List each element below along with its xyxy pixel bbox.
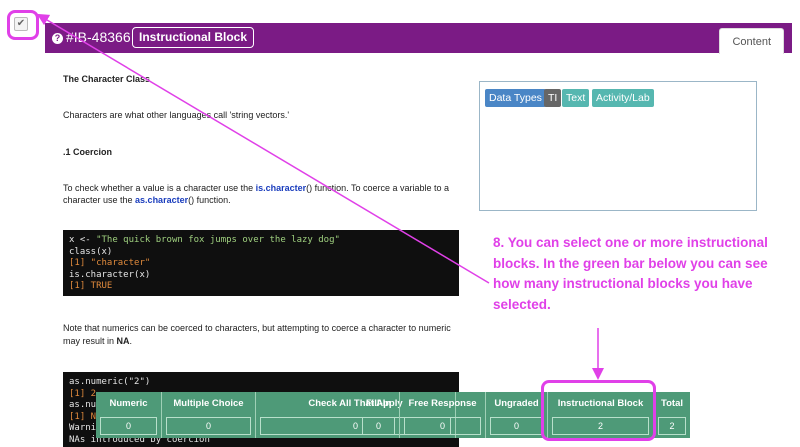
code-line: x <- "The quick brown fox jumps over the…: [69, 235, 340, 245]
content-paragraph: character use the as.character() functio…: [63, 195, 231, 205]
instructional-block-highlight: [541, 380, 656, 441]
code-line: as.numeric("2"): [69, 377, 151, 387]
section-heading: .1 Coercion: [63, 147, 113, 157]
summary-column-fill-in: Fill-In 0: [358, 392, 400, 438]
code-block: x <- "The quick brown fox jumps over the…: [63, 230, 459, 296]
summary-column-total: Total 2: [654, 392, 690, 438]
code-line: is.character(x): [69, 269, 151, 280]
tag-ti[interactable]: TI: [544, 89, 562, 107]
checkbox-highlight: [7, 10, 39, 40]
summary-label: Numeric: [109, 398, 148, 409]
block-type-badge: Instructional Block: [132, 27, 255, 48]
content-heading: The Character Class: [63, 74, 151, 84]
tag-text[interactable]: Text: [562, 89, 590, 107]
summary-count: 0: [404, 417, 481, 435]
summary-count: 0: [166, 417, 251, 435]
function-name: as.character: [135, 195, 189, 205]
summary-count: 2: [658, 417, 686, 435]
summary-label: Fill-In: [365, 398, 392, 409]
block-id: #IB-48366: [66, 29, 131, 45]
summary-column-multiple-choice: Multiple Choice 0: [162, 392, 256, 438]
content-paragraph: Characters are what other languages call…: [63, 110, 290, 120]
content-paragraph: may result in NA.: [63, 336, 133, 346]
summary-count: 0: [100, 417, 157, 435]
code-output: [1] TRUE: [69, 281, 113, 291]
summary-count: 0: [362, 417, 395, 435]
tab-content[interactable]: Content: [719, 28, 784, 54]
block-header: ? #IB-48366 Instructional Block Content: [45, 23, 792, 54]
tags-panel: Data Types TI Text Activity/Lab: [479, 81, 757, 211]
help-icon[interactable]: ?: [52, 33, 63, 44]
summary-label: Total: [661, 398, 683, 409]
summary-column-numeric: Numeric 0: [96, 392, 162, 438]
content-paragraph: To check whether a value is a character …: [63, 183, 450, 193]
code-output: [1] "character": [69, 258, 151, 268]
code-string: "The quick brown fox jumps over the lazy…: [96, 235, 340, 245]
code-line: class(x): [69, 246, 113, 257]
tag-data-types[interactable]: Data Types: [485, 89, 546, 107]
tag-activity-lab[interactable]: Activity/Lab: [592, 89, 654, 107]
content-paragraph: Note that numerics can be coerced to cha…: [63, 323, 451, 333]
summary-label: Multiple Choice: [173, 398, 244, 409]
summary-count: 0: [490, 417, 543, 435]
summary-label: Ungraded: [494, 398, 539, 409]
summary-column-free-response: Free Response 0: [400, 392, 486, 438]
summary-column-ungraded: Ungraded 0: [486, 392, 548, 438]
tutorial-annotation: 8. You can select one or more instructio…: [493, 235, 768, 312]
summary-label: Free Response: [408, 398, 477, 409]
function-name: is.character: [255, 183, 307, 193]
